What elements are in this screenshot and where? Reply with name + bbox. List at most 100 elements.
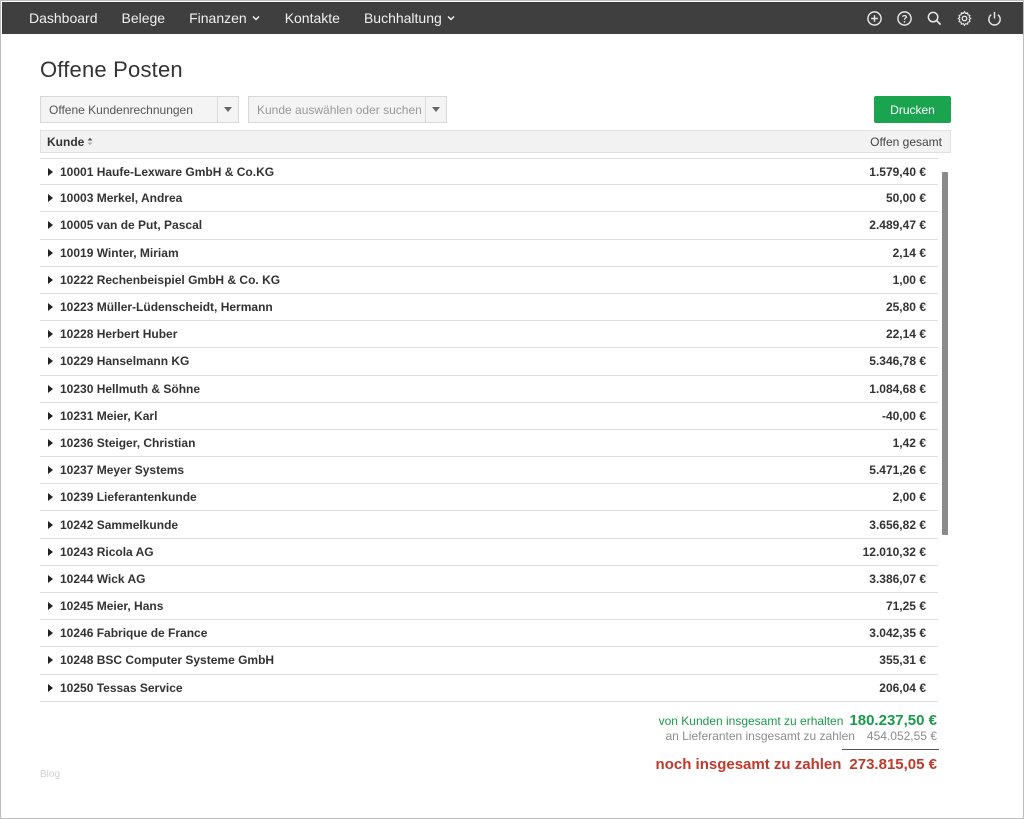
search-icon[interactable]	[925, 9, 943, 27]
open-amount: 5.346,78 €	[869, 354, 926, 369]
table-row[interactable]: 10229 Hanselmann KG 5.346,78 €	[40, 348, 938, 376]
caret-right-icon[interactable]	[48, 520, 53, 529]
app-window: Dashboard Belege Finanzen Kontakte Buchh…	[0, 0, 1024, 819]
caret-right-icon[interactable]	[48, 629, 53, 638]
power-icon[interactable]	[985, 9, 1003, 27]
nav-kontakte[interactable]: Kontakte	[273, 2, 352, 34]
nav-dashboard[interactable]: Dashboard	[2, 2, 110, 34]
customer-search-placeholder: Kunde auswählen oder suchen	[257, 102, 422, 117]
open-amount: 12.010,32 €	[862, 544, 926, 559]
nav-finanzen[interactable]: Finanzen	[177, 2, 273, 34]
table-row[interactable]: 10250 Tessas Service 206,04 €	[40, 675, 938, 702]
customer-name: 10246 Fabrique de France	[60, 626, 208, 641]
caret-right-icon[interactable]	[48, 683, 53, 692]
open-amount: 22,14 €	[885, 327, 926, 342]
open-amount: 3.656,82 €	[869, 517, 926, 532]
open-amount: 1.084,68 €	[869, 381, 926, 396]
nav-belege[interactable]: Belege	[110, 2, 178, 34]
caret-right-icon[interactable]	[48, 194, 53, 203]
open-amount: 25,80 €	[885, 300, 926, 315]
caret-right-icon[interactable]	[48, 167, 53, 176]
customer-name: 10248 BSC Computer Systeme GmbH	[60, 653, 275, 668]
table-row[interactable]: 10246 Fabrique de France 3.042,35 €	[40, 620, 938, 648]
caret-right-icon[interactable]	[48, 602, 53, 611]
table-row[interactable]: 10222 Rechenbeispiel GmbH & Co. KG 1,00 €	[40, 267, 938, 294]
net-label: noch insgesamt zu zahlen	[655, 756, 842, 773]
plus-circle-icon[interactable]	[865, 9, 883, 27]
caret-right-icon[interactable]	[48, 574, 53, 583]
payable-value: 454.052,55 €	[866, 729, 937, 743]
customer-name: 10003 Merkel, Andrea	[60, 191, 183, 206]
caret-right-icon[interactable]	[48, 411, 53, 420]
table-row[interactable]: 10223 Müller-Lüdenscheidt, Hermann 25,80 …	[40, 294, 938, 322]
blog-link[interactable]: Blog	[40, 769, 60, 780]
receivable-label: von Kunden insgesamt zu erhalten	[658, 714, 844, 728]
dropdown-toggle[interactable]	[425, 97, 446, 122]
open-amount: 1,00 €	[892, 272, 926, 287]
column-header-customer-label: Kunde	[47, 134, 85, 149]
table-row[interactable]: 10231 Meier, Karl -40,00 €	[40, 403, 938, 430]
caret-right-icon[interactable]	[48, 656, 53, 665]
table-row[interactable]: 10239 Lieferantenkunde 2,00 €	[40, 484, 938, 512]
totals-divider	[842, 749, 939, 750]
caret-right-icon[interactable]	[48, 275, 53, 284]
customer-name: 10245 Meier, Hans	[60, 599, 164, 614]
table-row[interactable]: 10230 Hellmuth & Söhne 1.084,68 €	[40, 376, 938, 403]
table-row[interactable]: 10244 Wick AG 3.386,07 €	[40, 566, 938, 593]
scrollbar-thumb[interactable]	[942, 172, 948, 535]
customer-search-select[interactable]: Kunde auswählen oder suchen	[248, 96, 447, 123]
caret-right-icon[interactable]	[48, 438, 53, 447]
invoice-type-select[interactable]: Offene Kundenrechnungen	[40, 96, 239, 123]
print-button[interactable]: Drucken	[874, 96, 951, 123]
customer-name: 10228 Herbert Huber	[60, 327, 178, 342]
open-amount: 2,00 €	[892, 490, 926, 505]
customer-name: 10019 Winter, Miriam	[60, 245, 179, 260]
chevron-down-icon	[447, 15, 455, 21]
caret-right-icon[interactable]	[48, 303, 53, 312]
gear-icon[interactable]	[955, 9, 973, 27]
totals-summary: von Kunden insgesamt zu erhalten 180.237…	[659, 712, 937, 745]
caret-right-icon[interactable]	[48, 384, 53, 393]
table-row[interactable]: 10237 Meyer Systems 5.471,26 €	[40, 457, 938, 485]
open-amount: -40,00 €	[881, 408, 926, 423]
table-row[interactable]: 10236 Steiger, Christian 1,42 €	[40, 430, 938, 458]
table-header: Kunde Offen gesamt	[40, 130, 951, 153]
receivable-total: von Kunden insgesamt zu erhalten 180.237…	[659, 712, 937, 729]
payable-label: an Lieferanten insgesamt zu zahlen	[665, 729, 855, 743]
nav-finanzen-label: Finanzen	[189, 10, 247, 26]
page-title: Offene Posten	[40, 57, 183, 82]
help-icon[interactable]	[895, 9, 913, 27]
open-amount: 2,14 €	[892, 245, 926, 260]
table-row[interactable]: 10019 Winter, Miriam 2,14 €	[40, 240, 938, 267]
table-row[interactable]: 10245 Meier, Hans 71,25 €	[40, 593, 938, 621]
customer-name: 10005 van de Put, Pascal	[60, 218, 203, 233]
table-row[interactable]: 10001 Haufe-Lexware GmbH & Co.KG 1.579,40…	[40, 158, 938, 186]
caret-right-icon[interactable]	[48, 357, 53, 366]
customer-name: 10243 Ricola AG	[60, 544, 154, 559]
caret-right-icon[interactable]	[48, 547, 53, 556]
table-row[interactable]: 10242 Sammelkunde 3.656,82 €	[40, 511, 938, 539]
nav-buchhaltung[interactable]: Buchhaltung	[352, 2, 468, 34]
customer-name: 10239 Lieferantenkunde	[60, 490, 197, 505]
caret-right-icon[interactable]	[48, 466, 53, 475]
table-row[interactable]: 10228 Herbert Huber 22,14 €	[40, 321, 938, 349]
customer-name: 10236 Steiger, Christian	[60, 435, 196, 450]
table-row[interactable]: 10248 BSC Computer Systeme GmbH 355,31 €	[40, 647, 938, 675]
customer-name: 10237 Meyer Systems	[60, 463, 185, 478]
open-amount: 3.386,07 €	[869, 571, 926, 586]
caret-right-icon[interactable]	[48, 330, 53, 339]
table-row[interactable]: 10243 Ricola AG 12.010,32 €	[40, 539, 938, 566]
payable-total: an Lieferanten insgesamt zu zahlen 454.0…	[659, 729, 937, 745]
net-value: 273.815,05 €	[849, 756, 937, 773]
table-row[interactable]: 10003 Merkel, Andrea 50,00 €	[40, 185, 938, 213]
caret-right-icon[interactable]	[48, 221, 53, 230]
open-amount: 2.489,47 €	[869, 218, 926, 233]
table-row[interactable]: 10005 van de Put, Pascal 2.489,47 €	[40, 212, 938, 240]
caret-right-icon[interactable]	[48, 493, 53, 502]
customer-name: 10222 Rechenbeispiel GmbH & Co. KG	[60, 272, 281, 287]
column-header-open-total[interactable]: Offen gesamt	[870, 135, 942, 149]
column-header-customer[interactable]: Kunde	[41, 135, 93, 149]
dropdown-toggle[interactable]	[217, 97, 238, 122]
caret-down-icon	[432, 107, 440, 112]
caret-right-icon[interactable]	[48, 248, 53, 257]
